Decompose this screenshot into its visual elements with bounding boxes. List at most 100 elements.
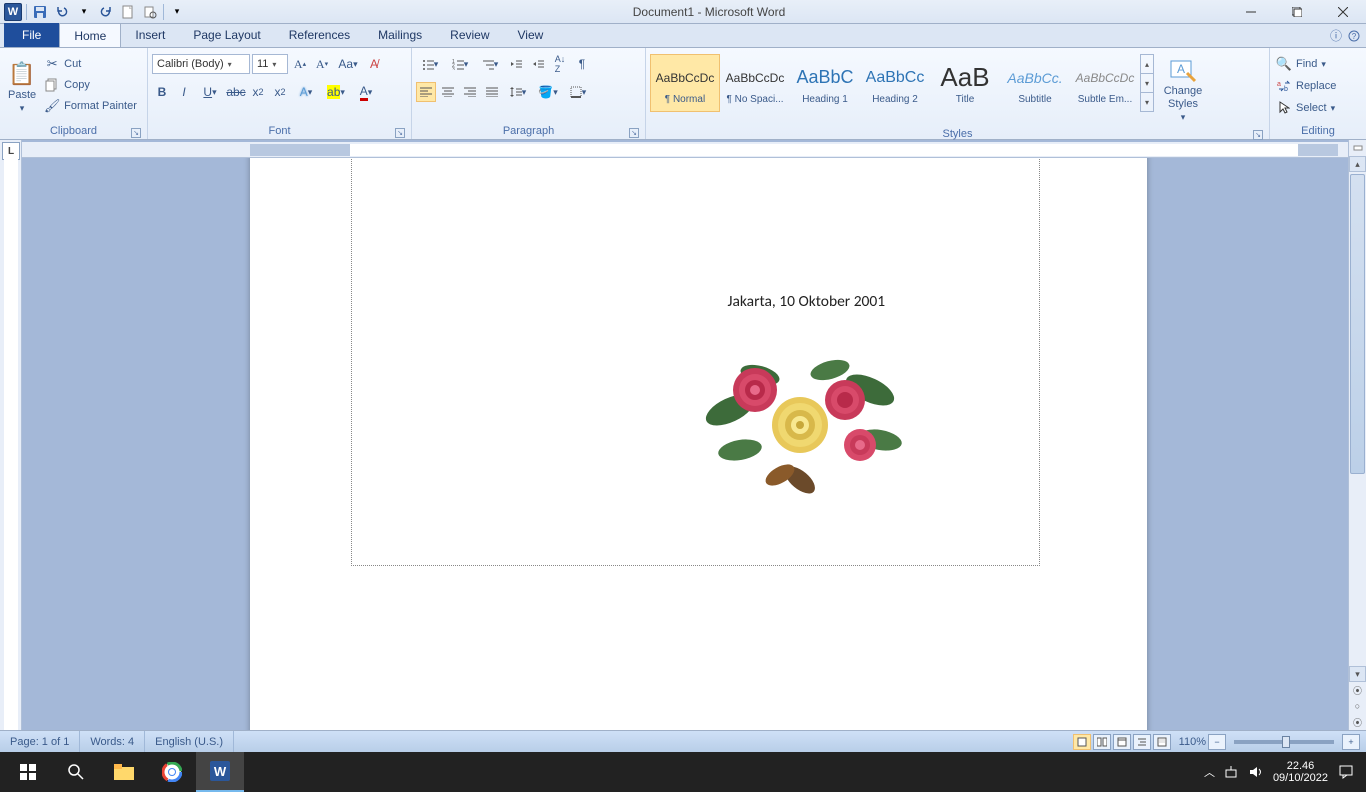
- tab-view[interactable]: View: [504, 23, 558, 47]
- tray-network-icon[interactable]: [1225, 765, 1239, 779]
- multilevel-list-button[interactable]: ▾: [476, 54, 504, 74]
- style-heading1[interactable]: AaBbCHeading 1: [790, 54, 860, 112]
- horizontal-ruler[interactable]: [22, 142, 1348, 158]
- more-icon[interactable]: ▾: [1141, 93, 1153, 111]
- qat-customize-dropdown[interactable]: ▾: [168, 3, 186, 21]
- clear-formatting-button[interactable]: A̸: [364, 54, 384, 74]
- text-effects-button[interactable]: A▾: [292, 82, 320, 102]
- tab-insert[interactable]: Insert: [121, 23, 179, 47]
- file-explorer-taskbar-icon[interactable]: [100, 752, 148, 792]
- minimize-ribbon-icon[interactable]: ⓘ: [1330, 27, 1342, 44]
- tab-review[interactable]: Review: [436, 23, 503, 47]
- tab-home[interactable]: Home: [59, 23, 121, 47]
- vertical-ruler[interactable]: L: [0, 140, 22, 730]
- ruler-toggle-icon[interactable]: [1349, 140, 1366, 156]
- paste-button[interactable]: 📋 Paste ▾: [4, 50, 40, 124]
- web-layout-view-button[interactable]: [1113, 734, 1131, 750]
- redo-icon[interactable]: [97, 3, 115, 21]
- start-button[interactable]: [4, 752, 52, 792]
- zoom-level[interactable]: 110%: [1179, 736, 1206, 748]
- increase-indent-button[interactable]: [528, 54, 548, 74]
- scroll-down-icon[interactable]: ▾: [1349, 666, 1366, 682]
- zoom-in-button[interactable]: +: [1342, 734, 1360, 750]
- highlight-button[interactable]: ab▾: [322, 82, 350, 102]
- align-left-button[interactable]: [416, 82, 436, 102]
- styles-gallery-scroll[interactable]: ▴▾▾: [1140, 54, 1154, 112]
- show-marks-button[interactable]: ¶: [572, 54, 592, 74]
- status-page[interactable]: Page: 1 of 1: [0, 731, 80, 752]
- word-app-icon[interactable]: W: [4, 3, 22, 21]
- bullets-button[interactable]: ▾: [416, 54, 444, 74]
- justify-button[interactable]: [482, 82, 502, 102]
- bold-button[interactable]: B: [152, 82, 172, 102]
- new-doc-icon[interactable]: [119, 3, 137, 21]
- document-text-line-1[interactable]: Jakarta, 10 Oktober 2001: [728, 292, 886, 311]
- style-subtle-emphasis[interactable]: AaBbCcDcSubtle Em...: [1070, 54, 1140, 112]
- style-heading2[interactable]: AaBbCcHeading 2: [860, 54, 930, 112]
- font-name-combo[interactable]: Calibri (Body)▾: [152, 54, 250, 74]
- draft-view-button[interactable]: [1153, 734, 1171, 750]
- tray-volume-icon[interactable]: [1249, 765, 1263, 779]
- line-spacing-button[interactable]: ▾: [504, 82, 532, 102]
- undo-icon[interactable]: [53, 3, 71, 21]
- superscript-button[interactable]: x2: [270, 82, 290, 102]
- close-button[interactable]: [1320, 0, 1366, 24]
- tab-mailings[interactable]: Mailings: [364, 23, 436, 47]
- replace-button[interactable]: abReplace: [1274, 76, 1338, 96]
- align-center-button[interactable]: [438, 82, 458, 102]
- undo-dropdown-icon[interactable]: ▾: [75, 3, 93, 21]
- next-page-icon[interactable]: ⦿: [1349, 714, 1366, 730]
- full-screen-reading-button[interactable]: [1093, 734, 1111, 750]
- print-layout-view-button[interactable]: [1073, 734, 1091, 750]
- document-viewport[interactable]: Jakarta, 10 Oktober 2001: [22, 158, 1366, 730]
- style-title[interactable]: AaBTitle: [930, 54, 1000, 112]
- styles-gallery[interactable]: AaBbCcDc¶ Normal AaBbCcDc¶ No Spaci... A…: [650, 54, 1154, 112]
- browse-object-icon[interactable]: ○: [1349, 698, 1366, 714]
- scroll-up-icon[interactable]: ▴: [1349, 156, 1366, 172]
- chevron-down-icon[interactable]: ▾: [1141, 74, 1153, 93]
- help-icon[interactable]: ?: [1348, 30, 1360, 42]
- inserted-image-flowers[interactable]: [690, 330, 910, 500]
- style-subtitle[interactable]: AaBbCc.Subtitle: [1000, 54, 1070, 112]
- subscript-button[interactable]: x2: [248, 82, 268, 102]
- zoom-slider-knob[interactable]: [1282, 736, 1290, 748]
- tab-page-layout[interactable]: Page Layout: [179, 23, 274, 47]
- select-button[interactable]: Select▾: [1274, 98, 1337, 118]
- borders-button[interactable]: ▾: [564, 82, 592, 102]
- align-right-button[interactable]: [460, 82, 480, 102]
- shading-button[interactable]: 🪣▾: [534, 82, 562, 102]
- font-launcher-icon[interactable]: ↘: [395, 128, 405, 138]
- zoom-slider[interactable]: [1234, 740, 1334, 744]
- change-case-button[interactable]: Aa▾: [334, 54, 362, 74]
- vertical-scrollbar[interactable]: ▴ ▾ ⦿ ○ ⦿: [1348, 140, 1366, 730]
- word-taskbar-icon[interactable]: W: [196, 752, 244, 792]
- maximize-button[interactable]: [1274, 0, 1320, 24]
- italic-button[interactable]: I: [174, 82, 194, 102]
- chrome-taskbar-icon[interactable]: [148, 752, 196, 792]
- grow-font-button[interactable]: A▴: [290, 54, 310, 74]
- print-preview-icon[interactable]: [141, 3, 159, 21]
- style-no-spacing[interactable]: AaBbCcDc¶ No Spaci...: [720, 54, 790, 112]
- status-words[interactable]: Words: 4: [80, 731, 145, 752]
- change-styles-button[interactable]: A Change Styles▾: [1156, 54, 1210, 128]
- tray-chevron-icon[interactable]: ︿: [1204, 764, 1215, 780]
- search-button[interactable]: [52, 752, 100, 792]
- status-language[interactable]: English (U.S.): [145, 731, 234, 752]
- find-button[interactable]: 🔍Find▾: [1274, 54, 1328, 74]
- chevron-up-icon[interactable]: ▴: [1141, 55, 1153, 74]
- scrollbar-thumb[interactable]: [1350, 174, 1365, 474]
- copy-button[interactable]: Copy: [42, 75, 139, 95]
- page[interactable]: Jakarta, 10 Oktober 2001: [250, 158, 1147, 730]
- zoom-out-button[interactable]: −: [1208, 734, 1226, 750]
- paragraph-launcher-icon[interactable]: ↘: [629, 128, 639, 138]
- clipboard-launcher-icon[interactable]: ↘: [131, 128, 141, 138]
- decrease-indent-button[interactable]: [506, 54, 526, 74]
- cut-button[interactable]: ✂Cut: [42, 54, 139, 74]
- save-icon[interactable]: [31, 3, 49, 21]
- outline-view-button[interactable]: [1133, 734, 1151, 750]
- sort-button[interactable]: A↓Z: [550, 54, 570, 74]
- underline-button[interactable]: U▾: [196, 82, 224, 102]
- numbering-button[interactable]: 123▾: [446, 54, 474, 74]
- tray-clock[interactable]: 22.46 09/10/2022: [1273, 760, 1328, 784]
- style-normal[interactable]: AaBbCcDc¶ Normal: [650, 54, 720, 112]
